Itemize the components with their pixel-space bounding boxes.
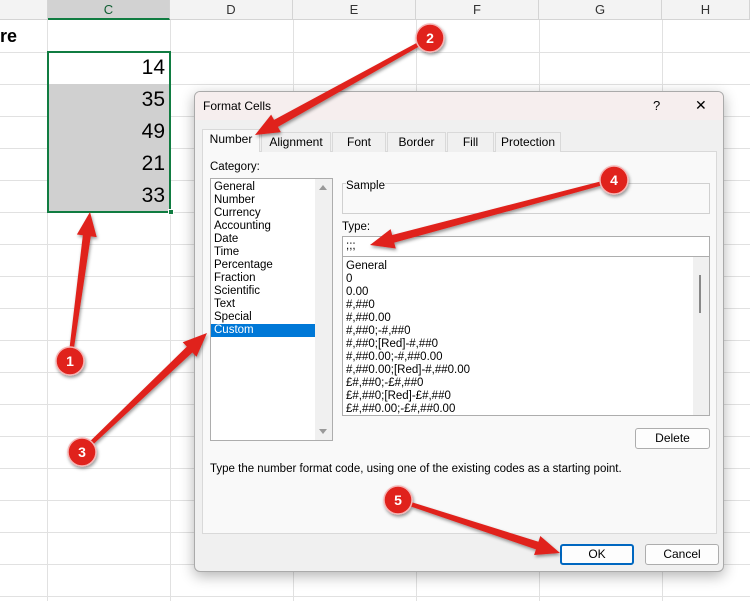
annotation-arrow-4: [370, 178, 615, 249]
annotation-number: 2: [426, 30, 434, 46]
annotation-number: 4: [610, 172, 618, 188]
annotation-arrow-1: [68, 212, 97, 362]
annotation-overlay: 1 2 3 4 5: [55, 23, 629, 556]
annotation-number: 1: [66, 353, 74, 369]
annotation-arrow-3: [80, 333, 207, 454]
annotation-number: 5: [394, 492, 402, 508]
annotation-number: 3: [78, 444, 86, 460]
annotation-arrow-5: [397, 498, 560, 556]
annotation-arrow-2: [255, 36, 431, 135]
